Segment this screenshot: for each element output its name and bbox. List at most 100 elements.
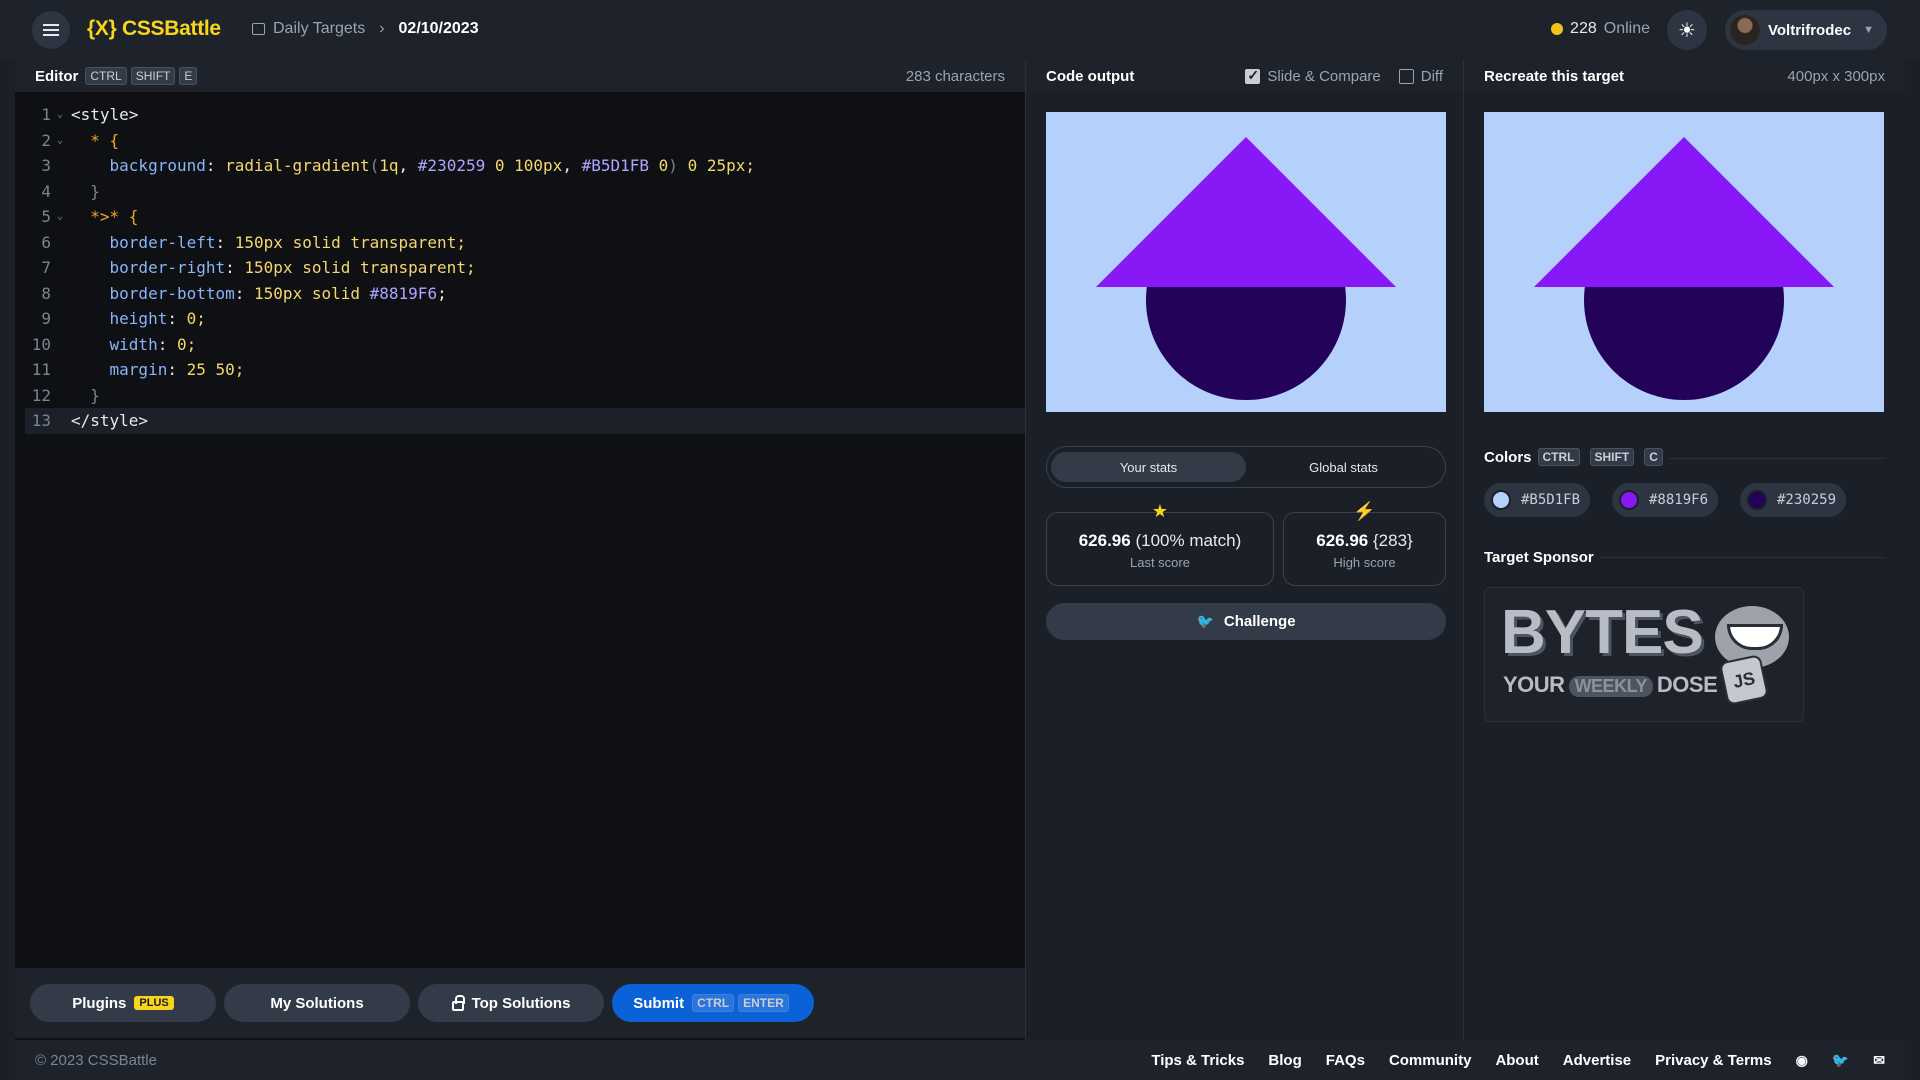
line-number: 2 <box>41 130 51 150</box>
code-token: } <box>90 385 100 405</box>
footer-link-advertise[interactable]: Advertise <box>1563 1052 1631 1069</box>
submit-label: Submit <box>633 994 685 1012</box>
kbd-key: CTRL <box>692 994 735 1012</box>
top-solutions-button[interactable]: Top Solutions <box>418 984 604 1022</box>
footer-link-tips[interactable]: Tips & Tricks <box>1151 1052 1244 1069</box>
mail-icon[interactable]: ✉ <box>1873 1052 1885 1069</box>
line-number: 4 <box>41 181 51 201</box>
top-solutions-label: Top Solutions <box>471 994 571 1012</box>
code-line[interactable]: 7 border-right: 150px solid transparent; <box>25 255 1025 281</box>
js-badge: JS <box>1718 654 1770 706</box>
footer-link-community[interactable]: Community <box>1389 1052 1472 1069</box>
breadcrumb-daily-targets[interactable]: Daily Targets <box>273 20 365 38</box>
plus-badge: PLUS <box>134 996 174 1010</box>
kbd-key: ENTER <box>738 994 789 1012</box>
diff-checkbox[interactable]: Diff <box>1398 67 1443 85</box>
discord-icon[interactable]: ◉ <box>1796 1052 1808 1069</box>
line-number: 6 <box>41 232 51 252</box>
tab-global-stats[interactable]: Global stats <box>1246 452 1441 482</box>
kbd-key: SHIFT <box>1589 448 1635 466</box>
footer-link-blog[interactable]: Blog <box>1268 1052 1301 1069</box>
twitter-icon[interactable]: 🐦 <box>1832 1052 1849 1069</box>
checkbox-unchecked-icon <box>1398 68 1414 84</box>
plugins-button[interactable]: Plugins PLUS <box>30 984 216 1022</box>
code-token: } <box>90 181 100 201</box>
code-token: *>* { <box>90 207 139 227</box>
color-swatch[interactable]: #B5D1FB <box>1484 483 1591 517</box>
code-line[interactable]: 4 } <box>25 179 1025 205</box>
logo[interactable]: {X} CSSBattle <box>87 17 221 41</box>
sponsor-tagline-part: YOUR <box>1503 672 1565 697</box>
my-solutions-button[interactable]: My Solutions <box>224 984 410 1022</box>
code-line[interactable]: 2 ⌄ * { <box>25 128 1025 154</box>
color-swatch[interactable]: #8819F6 <box>1612 483 1719 517</box>
code-token: width <box>109 334 158 354</box>
footer: © 2023 CSSBattle Tips & Tricks Blog FAQs… <box>15 1040 1905 1080</box>
code-line[interactable]: 6 border-left: 150px solid transparent; <box>25 230 1025 256</box>
code-line[interactable]: 12 } <box>25 383 1025 409</box>
line-number: 3 <box>41 156 51 176</box>
code-output-header: Code output Slide & Compare Diff <box>1026 60 1463 92</box>
code-token: 0; <box>176 334 197 354</box>
last-score-match: (100% match) <box>1135 531 1242 550</box>
fold-arrow-icon[interactable]: ⌄ <box>57 211 71 222</box>
menu-icon[interactable] <box>32 11 70 49</box>
online-count: 228 <box>1570 20 1597 37</box>
stats-tabs: Your stats Global stats <box>1046 446 1446 488</box>
output-canvas[interactable] <box>1046 112 1446 412</box>
fold-arrow-icon[interactable]: ⌄ <box>57 109 71 120</box>
footer-link-privacy[interactable]: Privacy & Terms <box>1655 1052 1771 1069</box>
slide-compare-checkbox[interactable]: Slide & Compare <box>1245 67 1381 85</box>
tab-your-stats[interactable]: Your stats <box>1051 452 1246 482</box>
fold-arrow-icon[interactable]: ⌄ <box>57 135 71 146</box>
line-number: 11 <box>31 360 51 380</box>
code-editor[interactable]: 1 ⌄ <style> 2 ⌄ * { 3 background: radial-gr… <box>25 102 1025 434</box>
code-token: * { <box>90 130 120 150</box>
high-score-label: High score <box>1333 555 1396 570</box>
line-number: 1 <box>41 105 51 125</box>
target-header: Recreate this target 400px x 300px <box>1464 60 1905 92</box>
target-dimensions: 400px x 300px <box>1787 67 1885 85</box>
line-number: 13 <box>31 411 51 431</box>
user-menu[interactable]: Voltrifrodec ▼ <box>1725 10 1887 50</box>
star-icon: ★ <box>1151 501 1169 521</box>
footer-link-about[interactable]: About <box>1495 1052 1538 1069</box>
kbd-key: SHIFT <box>130 67 176 85</box>
code-line[interactable]: 5 ⌄ *>* { <box>25 204 1025 230</box>
challenge-button[interactable]: 🐦 Challenge <box>1046 603 1446 640</box>
target-title: Recreate this target <box>1484 67 1625 85</box>
code-token: #230259 <box>417 156 486 176</box>
sponsor-tagline: YOUR WEEKLY DOSE OF <box>1503 672 1753 698</box>
high-score-chars: {283} <box>1373 531 1413 550</box>
code-line[interactable]: 8 border-bottom: 150px solid #8819F6; <box>25 281 1025 307</box>
code-token: </style> <box>71 411 149 431</box>
color-dot <box>1619 490 1639 510</box>
code-line[interactable]: 9 height: 0; <box>25 306 1025 332</box>
color-swatch[interactable]: #230259 <box>1740 483 1847 517</box>
twitter-icon: 🐦 <box>1196 613 1214 629</box>
editor-panel: Editor CTRL SHIFT E 283 characters 1 ⌄ <st… <box>15 60 1025 1070</box>
calendar-icon <box>252 23 265 35</box>
code-output-title: Code output <box>1046 67 1135 85</box>
target-panel: Recreate this target 400px x 300px Color… <box>1463 60 1905 1040</box>
color-hex: #230259 <box>1777 492 1837 508</box>
submit-button[interactable]: Submit CTRL ENTER <box>612 984 814 1022</box>
code-line[interactable]: 10 width: 0; <box>25 332 1025 358</box>
sponsor-tagline-weekly: WEEKLY <box>1568 676 1653 697</box>
code-line[interactable]: 1 ⌄ <style> <box>25 102 1025 128</box>
breadcrumb: Daily Targets › 02/10/2023 <box>252 20 479 38</box>
code-token: 0 25px; <box>687 156 756 176</box>
sponsor-logo-text: BYTES <box>1501 598 1704 667</box>
kbd-key: C <box>1644 448 1663 466</box>
code-line[interactable]: 3 background: radial-gradient(1q, #23025… <box>25 153 1025 179</box>
code-token: 1q <box>379 156 399 176</box>
footer-link-faqs[interactable]: FAQs <box>1326 1052 1365 1069</box>
plugins-label: Plugins <box>72 994 127 1012</box>
sponsor-banner[interactable]: BYTES YOUR WEEKLY DOSE OF JS <box>1484 587 1804 722</box>
diff-label: Diff <box>1420 67 1443 85</box>
code-output-panel: Code output Slide & Compare Diff Your st… <box>1025 60 1463 1040</box>
code-line[interactable]: 11 margin: 25 50; <box>25 357 1025 383</box>
line-number: 5 <box>41 207 51 227</box>
theme-toggle-sun-icon[interactable]: ☀ <box>1667 10 1707 50</box>
code-line-active[interactable]: 13 </style> <box>25 408 1025 434</box>
